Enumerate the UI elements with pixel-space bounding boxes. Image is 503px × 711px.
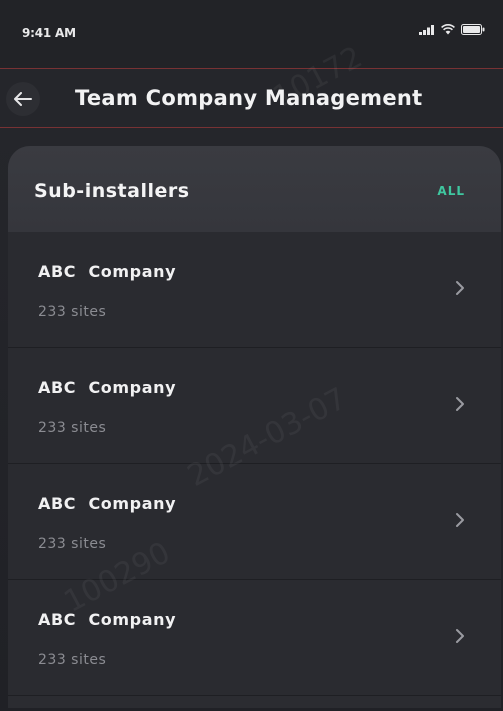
app-header: Team Company Management [0, 68, 503, 128]
company-name: ABC Company [38, 262, 177, 281]
screen: 9:41 AM Team Company Management Sub-inst… [0, 0, 503, 711]
company-sites-count: 233 sites [38, 304, 107, 320]
back-button[interactable] [6, 82, 40, 116]
company-sites-count: 233 sites [38, 536, 107, 552]
company-name: ABC Company [38, 494, 177, 513]
chevron-right-icon [456, 281, 464, 295]
section-title: Sub-installers [34, 180, 190, 202]
company-name: ABC Company [38, 610, 177, 629]
company-item[interactable]: ABC Company 233 sites [8, 464, 501, 580]
sub-installers-card: Sub-installers ALL ABC Company 233 sites… [8, 146, 501, 708]
arrow-left-icon [14, 92, 32, 106]
page-title: Team Company Management [75, 86, 423, 110]
view-all-link[interactable]: ALL [437, 184, 465, 198]
status-bar: 9:41 AM [0, 0, 503, 68]
battery-icon [461, 24, 485, 35]
company-name: ABC Company [38, 378, 177, 397]
chevron-right-icon [456, 397, 464, 411]
wifi-icon [441, 24, 455, 35]
company-item[interactable]: ABC Company 233 sites [8, 580, 501, 696]
chevron-right-icon [456, 513, 464, 527]
company-sites-count: 233 sites [38, 420, 107, 436]
status-icons [419, 24, 485, 35]
company-list: ABC Company 233 sites ABC Company 233 si… [8, 232, 501, 696]
card-header: Sub-installers ALL [8, 146, 501, 232]
company-item[interactable]: ABC Company 233 sites [8, 348, 501, 464]
signal-icon [419, 24, 434, 35]
chevron-right-icon [456, 629, 464, 643]
status-time: 9:41 AM [22, 26, 76, 40]
company-sites-count: 233 sites [38, 652, 107, 668]
company-item[interactable]: ABC Company 233 sites [8, 232, 501, 348]
